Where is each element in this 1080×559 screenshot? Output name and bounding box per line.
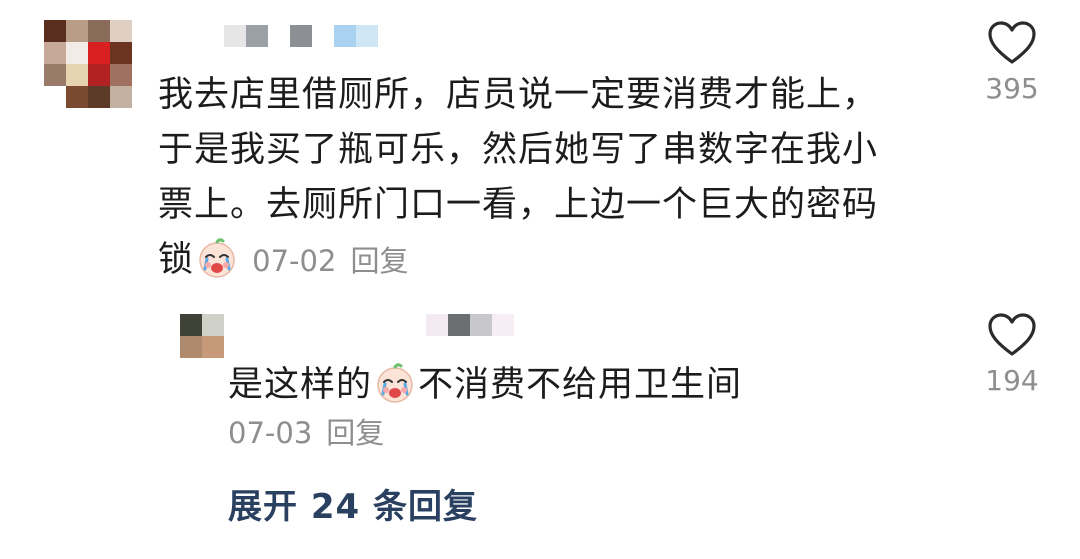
username-pixel	[290, 25, 312, 47]
like-control: 395	[972, 20, 1052, 106]
crying-face-emoji	[377, 363, 413, 403]
username-pixel	[224, 25, 246, 47]
avatar-pixel	[88, 86, 110, 108]
avatar-pixel	[44, 42, 66, 64]
avatar-pixel	[88, 20, 110, 42]
comment-body: 我去店里借厕所，店员说一定要消费才能上，于是我买了瓶可乐，然后她写了串数字在我小…	[158, 68, 908, 289]
heart-outline-icon[interactable]	[987, 312, 1037, 358]
username-pixel	[268, 25, 290, 47]
heart-outline-icon[interactable]	[987, 20, 1037, 66]
avatar-pixel	[180, 314, 202, 336]
username-pixel	[448, 314, 470, 336]
username-pixel	[356, 25, 378, 47]
username-pixel	[246, 25, 268, 47]
comment-meta: 07-02 回复	[252, 244, 408, 278]
avatar[interactable]	[44, 20, 132, 108]
like-count: 395	[985, 72, 1039, 105]
reply-date: 07-03	[228, 416, 313, 450]
avatar-pixel	[110, 42, 132, 64]
comment-date: 07-02	[252, 244, 337, 278]
crying-face-emoji	[199, 238, 235, 278]
avatar-pixel	[66, 20, 88, 42]
avatar-pixel	[110, 64, 132, 86]
avatar-pixel	[44, 64, 66, 86]
avatar-pixel	[180, 336, 202, 358]
avatar-pixel	[202, 314, 224, 336]
username-pixel	[492, 314, 514, 336]
avatar-pixel	[110, 20, 132, 42]
reply-text-after: 不消费不给用卫生间	[418, 365, 743, 405]
avatar-pixel	[66, 86, 88, 108]
avatar-pixel	[44, 20, 66, 42]
avatar-pixel	[88, 42, 110, 64]
avatar-pixel	[66, 64, 88, 86]
username-pixel	[334, 25, 356, 47]
username-redacted[interactable]	[224, 25, 378, 47]
reply-reply-button[interactable]: 回复	[326, 416, 384, 450]
reply-avatar[interactable]	[180, 314, 224, 358]
expand-replies-button[interactable]: 展开 24 条回复	[228, 484, 478, 530]
username-pixel	[312, 25, 334, 47]
avatar-pixel	[202, 336, 224, 358]
username-pixel	[470, 314, 492, 336]
reply-meta: 07-03 回复	[228, 414, 384, 452]
reply-like-control: 194	[972, 312, 1052, 398]
avatar-pixel	[110, 86, 132, 108]
reply-like-count: 194	[985, 364, 1039, 397]
avatar-pixel	[88, 64, 110, 86]
avatar-pixel	[66, 42, 88, 64]
avatar-pixel	[44, 86, 66, 108]
reply-body: 是这样的 不消费不给用卫生间	[228, 361, 878, 409]
reply-text-before: 是这样的	[228, 365, 373, 405]
reply-button[interactable]: 回复	[350, 244, 408, 278]
reply-username-redacted[interactable]	[426, 314, 514, 336]
username-pixel	[426, 314, 448, 336]
